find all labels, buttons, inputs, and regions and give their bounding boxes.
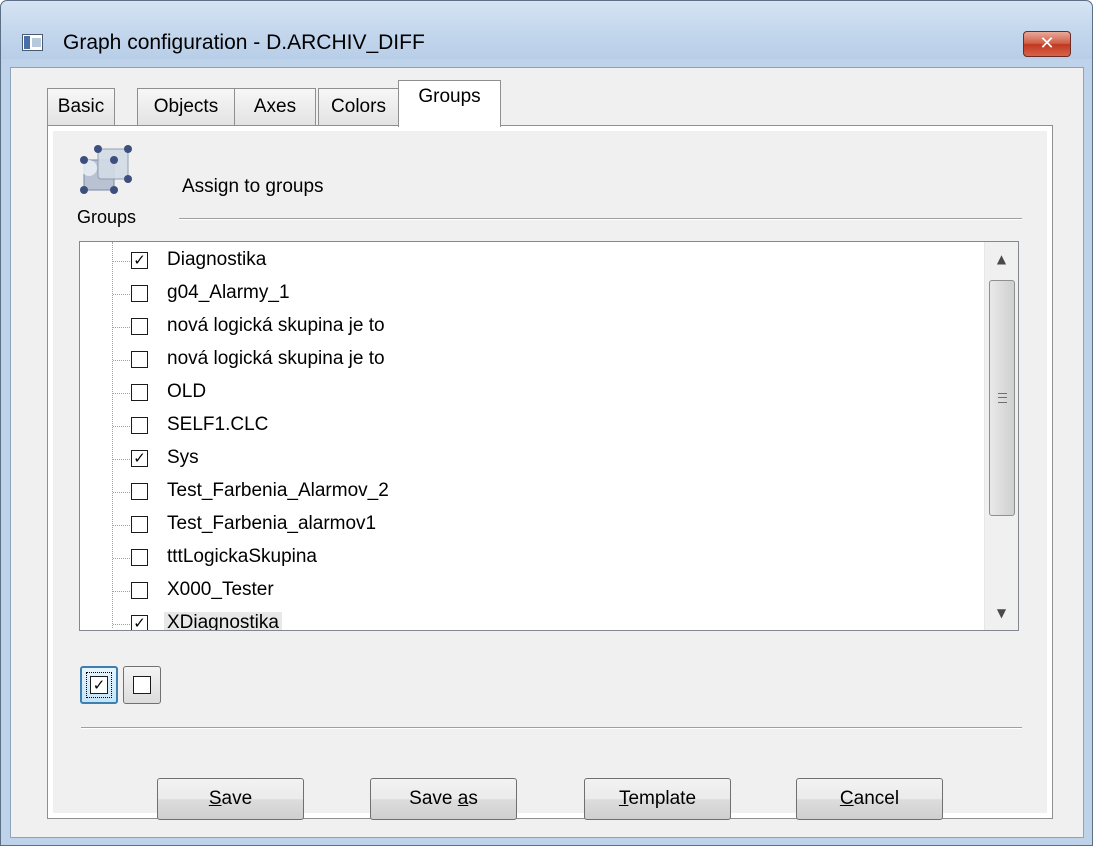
tree-item[interactable]: g04_Alarmy_1	[80, 279, 980, 312]
tree-connector	[113, 294, 130, 295]
tree-connector	[113, 393, 130, 394]
save-button[interactable]: Save	[157, 778, 304, 820]
tree-connector	[113, 459, 130, 460]
tree-item[interactable]: X000_Tester	[80, 576, 980, 609]
tree-connector	[113, 591, 130, 592]
tree-connector	[113, 525, 130, 526]
tree-item-label: XDiagnostika	[164, 612, 282, 630]
tab-basic[interactable]: Basic	[47, 88, 115, 126]
tab-colors[interactable]: Colors	[318, 88, 399, 126]
tree-item[interactable]: nová logická skupina je to	[80, 312, 980, 345]
unchecked-checkbox[interactable]	[131, 549, 148, 566]
unchecked-checkbox[interactable]	[131, 285, 148, 302]
scrollbar-thumb[interactable]	[989, 280, 1015, 516]
save-as-button[interactable]: Save as	[370, 778, 517, 820]
tree-item-label: tttLogickaSkupina	[167, 546, 317, 567]
tab-groups[interactable]: Groups	[398, 80, 501, 127]
tree-connector	[113, 426, 130, 427]
tree-item-label: Sys	[167, 447, 199, 468]
bottom-divider	[81, 727, 1022, 729]
tree-item-label: nová logická skupina je to	[167, 348, 385, 369]
unchecked-checkbox[interactable]	[131, 417, 148, 434]
checked-checkbox[interactable]: ✓	[131, 450, 148, 467]
groups-tree-list[interactable]: ✓ Diagnostika g04_Alarmy_1 nová logická sku…	[79, 241, 1019, 631]
tree-item[interactable]: ✓ Sys	[80, 444, 980, 477]
tree-item[interactable]: tttLogickaSkupina	[80, 543, 980, 576]
scroll-up-arrow-icon[interactable]: ▲	[985, 242, 1018, 276]
dialog-client-area: Basic Objects Axes Colors Groups Groups …	[10, 67, 1084, 838]
uncheck-all-button[interactable]	[123, 666, 161, 704]
unchecked-checkbox[interactable]	[131, 384, 148, 401]
tab-panel-groups: Groups Assign to groups ✓ Diagnostika g04_…	[47, 125, 1053, 819]
tree-item-label: SELF1.CLC	[167, 414, 269, 435]
unchecked-checkbox[interactable]	[131, 516, 148, 533]
tree-item[interactable]: SELF1.CLC	[80, 411, 980, 444]
tree-item-label: Test_Farbenia_Alarmov_2	[167, 480, 389, 501]
save-as-label-pre: Save	[409, 788, 458, 809]
tree-item[interactable]: ✓ Diagnostika	[80, 246, 980, 279]
cancel-mnemonic: C	[839, 788, 854, 809]
save-as-mnemonic: a	[457, 788, 469, 809]
tree-item[interactable]: Test_Farbenia_Alarmov_2	[80, 477, 980, 510]
tree-item[interactable]: Test_Farbenia_alarmov1	[80, 510, 980, 543]
checked-checkbox[interactable]: ✓	[131, 615, 148, 630]
close-button[interactable]: ✕	[1023, 31, 1071, 57]
template-label-post: emplate	[628, 788, 697, 809]
tree-connector	[113, 558, 130, 559]
tree-connector	[113, 327, 130, 328]
tree-item-label: OLD	[167, 381, 207, 402]
tree-item-label: nová logická skupina je to	[167, 315, 385, 336]
window-app-icon	[22, 34, 43, 51]
vertical-scrollbar[interactable]: ▲ ▼	[984, 242, 1018, 630]
unchecked-checkbox[interactable]	[131, 582, 148, 599]
scroll-down-arrow-icon[interactable]: ▼	[985, 596, 1018, 630]
tree-item-label: g04_Alarmy_1	[167, 282, 290, 303]
template-button[interactable]: Template	[584, 778, 731, 820]
unchecked-box-icon	[133, 676, 151, 694]
tree-item[interactable]: ✓ XDiagnostika	[80, 609, 980, 630]
tree-item-label: X000_Tester	[167, 579, 274, 600]
grip-icon	[998, 393, 1007, 403]
checked-box-icon: ✓	[90, 676, 108, 694]
template-mnemonic: T	[618, 788, 629, 809]
groups-icon	[80, 145, 132, 194]
tree-item-label: Diagnostika	[167, 249, 267, 270]
groups-tree: ✓ Diagnostika g04_Alarmy_1 nová logická sku…	[80, 246, 980, 630]
tab-objects[interactable]: Objects	[137, 88, 235, 126]
groups-icon-caption: Groups	[77, 207, 137, 227]
check-all-button[interactable]: ✓	[80, 666, 118, 704]
tree-connector	[113, 492, 130, 493]
window-title: Graph configuration - D.ARCHIV_DIFF	[63, 31, 425, 54]
cancel-label-post: ancel	[853, 788, 900, 809]
tree-item[interactable]: nová logická skupina je to	[80, 345, 980, 378]
unchecked-checkbox[interactable]	[131, 351, 148, 368]
save-mnemonic: S	[208, 788, 222, 809]
heading-divider	[179, 218, 1022, 220]
groups-panel: Groups Assign to groups ✓ Diagnostika g04_…	[53, 131, 1047, 813]
assign-heading: Assign to groups	[182, 176, 324, 197]
tree-item-label: Test_Farbenia_alarmov1	[167, 513, 377, 534]
cancel-button[interactable]: Cancel	[796, 778, 943, 820]
tree-item[interactable]: OLD	[80, 378, 980, 411]
tab-axes[interactable]: Axes	[234, 88, 316, 126]
title-bar[interactable]: Graph configuration - D.ARCHIV_DIFF ✕	[1, 1, 1092, 59]
save-as-label-post: s	[468, 788, 478, 809]
dialog-window: Graph configuration - D.ARCHIV_DIFF ✕ Ba…	[0, 0, 1093, 846]
tree-connector	[113, 261, 130, 262]
unchecked-checkbox[interactable]	[131, 483, 148, 500]
unchecked-checkbox[interactable]	[131, 318, 148, 335]
tree-connector	[113, 360, 130, 361]
tree-connector	[113, 624, 130, 625]
checked-checkbox[interactable]: ✓	[131, 252, 148, 269]
save-label-post: ave	[221, 788, 253, 809]
